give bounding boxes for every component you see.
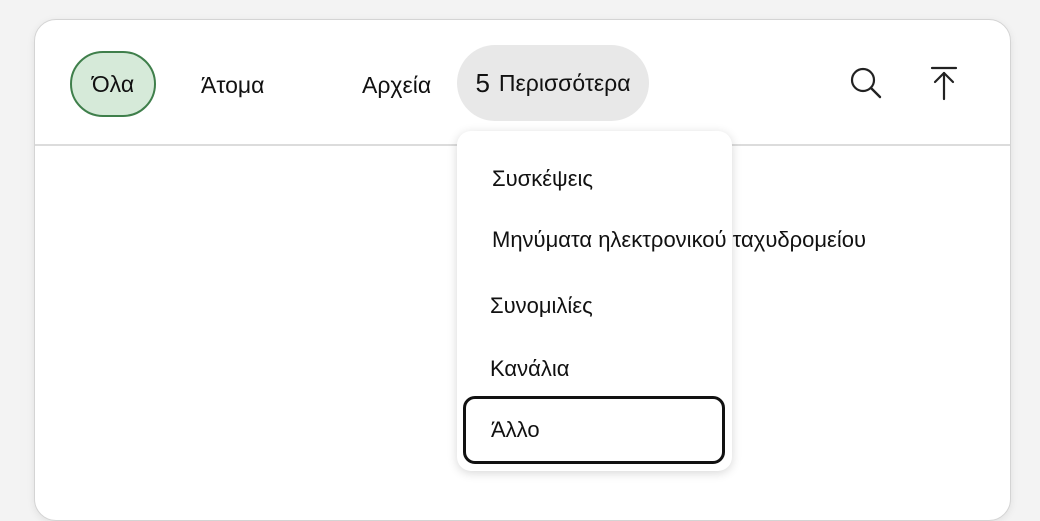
- menu-item-meetings[interactable]: Συσκέψεις: [457, 154, 732, 204]
- upload-button[interactable]: [921, 60, 967, 106]
- tab-files[interactable]: Αρχεία: [362, 63, 431, 107]
- search-icon: [850, 67, 882, 99]
- tab-people-label: Άτομα: [201, 71, 265, 98]
- tab-people[interactable]: Άτομα: [201, 63, 264, 107]
- tab-files-label: Αρχεία: [362, 71, 432, 98]
- upload-icon: [930, 66, 958, 101]
- more-tab[interactable]: 5 Περισσότερα: [457, 45, 649, 121]
- menu-item-channels-label: Κανάλια: [490, 356, 570, 381]
- tab-all-label: Όλα: [91, 70, 135, 97]
- search-button[interactable]: [843, 60, 889, 106]
- more-label: Περισσότερα: [498, 69, 631, 96]
- menu-item-other[interactable]: Άλλο: [463, 396, 725, 464]
- tab-bar: Όλα Άτομα Αρχεία 5 Περισσότερα: [35, 20, 1010, 146]
- menu-item-chats-label: Συνομιλίες: [490, 293, 593, 318]
- menu-item-meetings-label: Συσκέψεις: [492, 166, 593, 191]
- tab-all[interactable]: Όλα: [70, 51, 156, 117]
- more-dropdown-menu: Συσκέψεις Συνομιλίες Κανάλια Άλλο: [457, 131, 732, 471]
- menu-item-other-label: Άλλο: [491, 417, 540, 442]
- menu-item-channels[interactable]: Κανάλια: [457, 344, 732, 394]
- more-count: 5: [475, 67, 490, 98]
- menu-item-chats[interactable]: Συνομιλίες: [457, 281, 732, 331]
